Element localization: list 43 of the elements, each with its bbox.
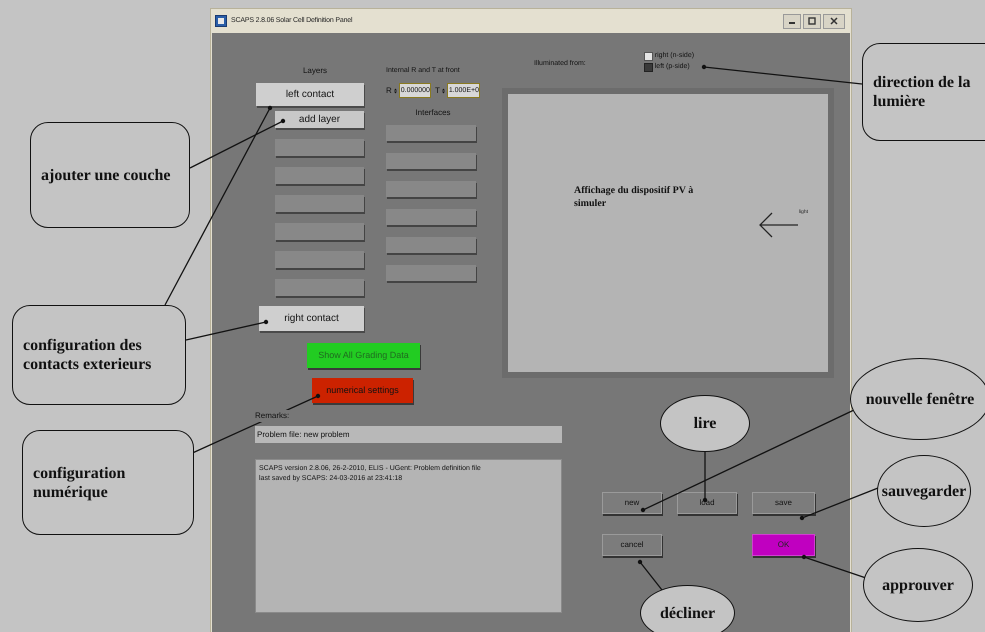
leader-line [802,554,866,579]
illumination-option-box[interactable] [644,63,653,72]
maximize-button[interactable] [803,14,821,28]
empty-interface-slot[interactable] [386,125,476,141]
app-icon [215,15,227,27]
illumination-option-box[interactable] [644,52,653,61]
annotation-callout: configuration des contacts exterieurs [12,305,186,405]
left-contact-button[interactable]: left contact [256,83,364,106]
remarks-label: Remarks: [255,410,292,422]
device-display-note: Affichage du dispositif PV à simuler [574,184,694,210]
close-button[interactable] [823,14,845,28]
minimize-button[interactable] [783,14,801,28]
annotation-callout: direction de la lumière [862,43,985,141]
annotation-bubble: nouvelle fenêtre [850,358,985,440]
empty-interface-slot[interactable] [386,153,476,169]
annotation-callout: configuration numérique [22,430,194,535]
annotation-bubble: approuver [863,548,973,622]
annotation-callout: ajouter une couche [30,122,190,228]
remarks-title-field[interactable]: Problem file: new problem [255,426,562,443]
empty-layer-slot[interactable] [275,167,364,184]
maximize-icon [808,17,816,25]
empty-layer-slot[interactable] [275,195,364,212]
empty-interface-slot[interactable] [386,237,476,253]
annotation-bubble: sauvegarder [877,455,971,527]
right-contact-button[interactable]: right contact [259,306,364,331]
dialog-button[interactable]: cancel [602,534,662,556]
empty-interface-slot[interactable] [386,265,476,281]
t-label: T [434,84,440,96]
empty-layer-slot[interactable] [275,279,364,296]
empty-interface-slot[interactable] [386,209,476,225]
add-layer-button[interactable]: add layer [275,111,364,128]
empty-layer-slot[interactable] [275,139,364,156]
empty-layer-slot[interactable] [275,223,364,240]
dialog-button[interactable]: new [602,492,662,514]
dialog-button[interactable]: save [752,492,815,514]
empty-layer-slot[interactable] [275,251,364,268]
layers-heading: Layers [302,65,327,77]
interfaces-heading: Interfaces [415,108,451,118]
close-icon [830,17,838,25]
leader-line [638,560,663,590]
empty-interface-slot[interactable] [386,181,476,197]
light-arrow-icon [758,210,798,240]
r-label: R [386,84,392,96]
